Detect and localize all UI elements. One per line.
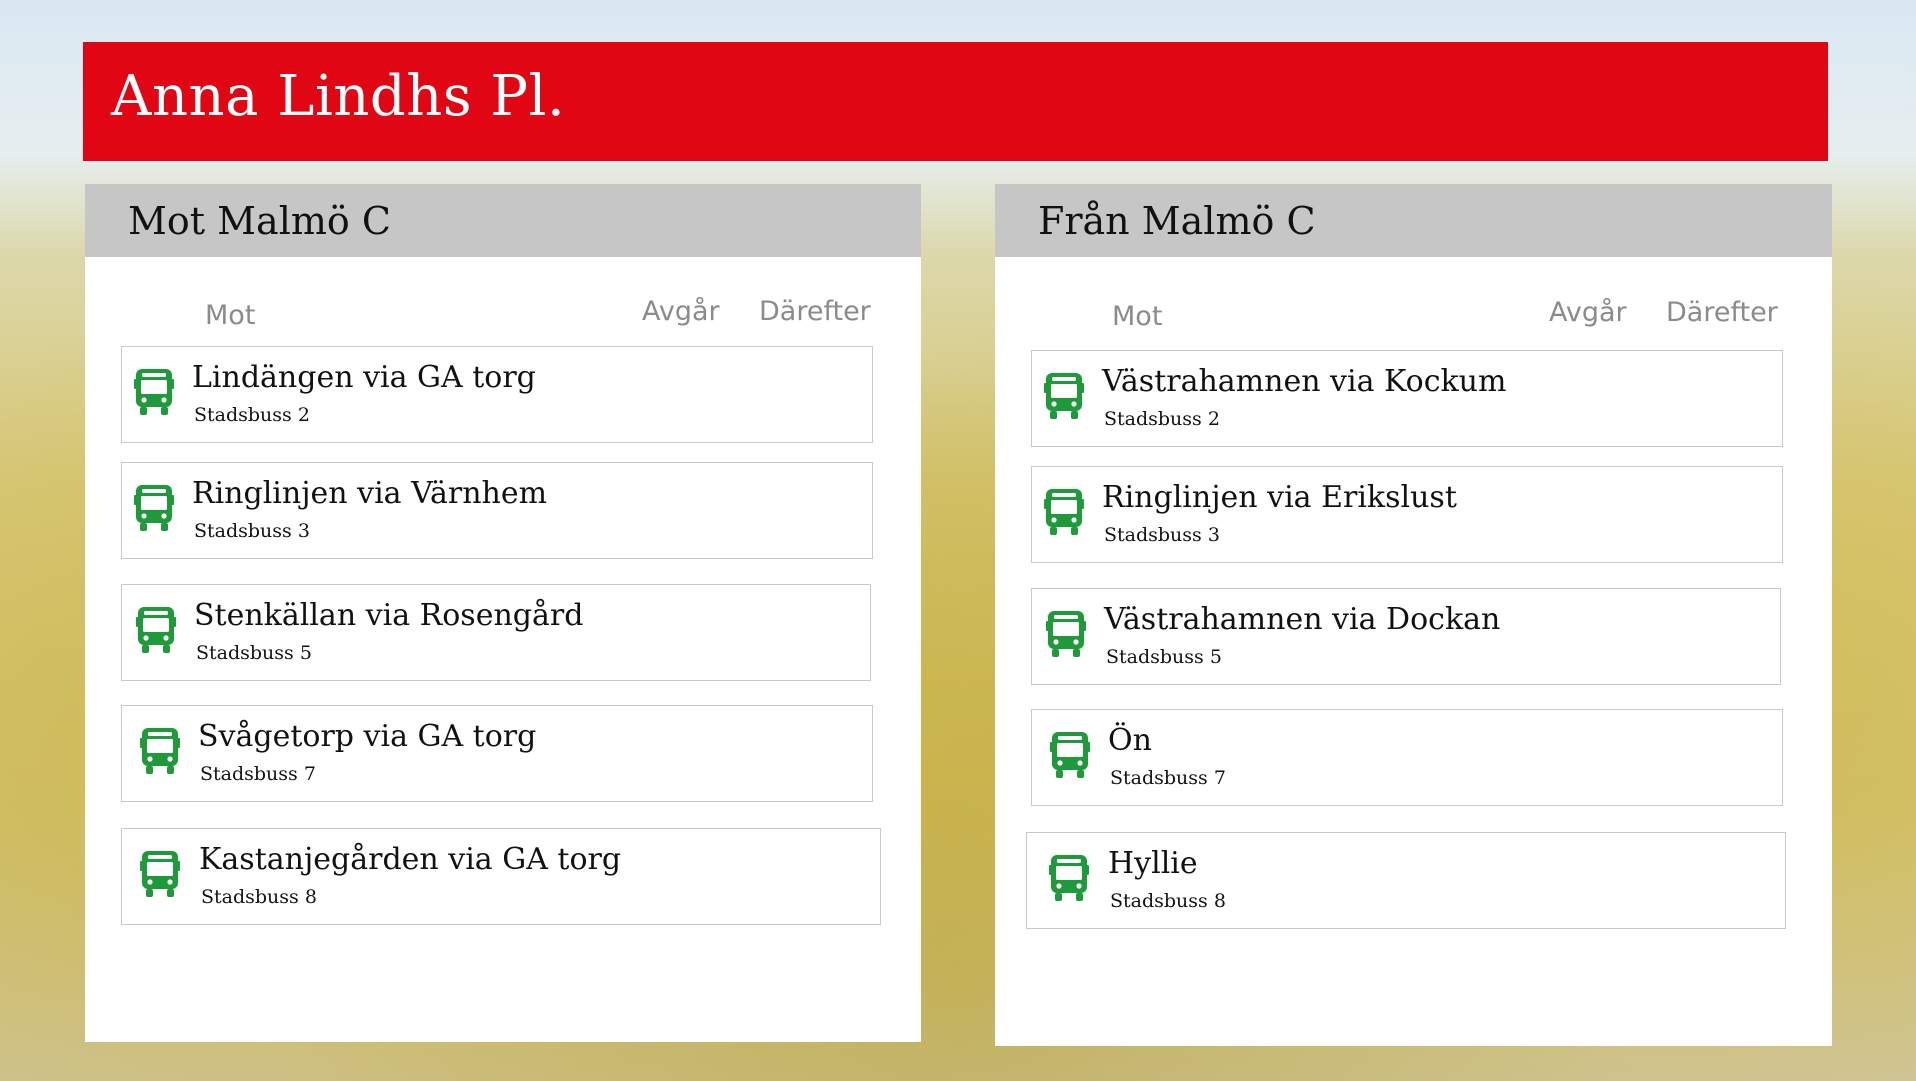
departure-destination: Västrahamnen via Kockum xyxy=(1102,364,1507,399)
bus-icon xyxy=(1050,732,1090,778)
bus-icon xyxy=(1044,373,1084,419)
panel-title: Mot Malmö C xyxy=(128,199,391,243)
bus-icon xyxy=(134,485,174,531)
bus-icon xyxy=(140,728,180,774)
bus-icon xyxy=(134,369,174,415)
column-header-darefter: Därefter xyxy=(759,296,871,327)
departure-line: Stadsbuss 5 xyxy=(196,642,312,664)
bus-icon xyxy=(140,851,180,897)
departure-line: Stadsbuss 7 xyxy=(200,763,316,785)
panel-title: Från Malmö C xyxy=(1038,199,1316,243)
departure-row[interactable]: Västrahamnen via Kockum Stadsbuss 2 xyxy=(1031,350,1783,447)
departure-row[interactable]: Lindängen via GA torg Stadsbuss 2 xyxy=(121,346,873,443)
panel-to-malmo: Mot Malmö C Mot Avgår Därefter Lindängen… xyxy=(85,184,921,1042)
column-headers: Mot Avgår Därefter xyxy=(995,294,1832,334)
departure-row[interactable]: Stenkällan via Rosengård Stadsbuss 5 xyxy=(121,584,871,681)
departure-destination: Kastanjegården via GA torg xyxy=(199,842,622,877)
departure-row[interactable]: Hyllie Stadsbuss 8 xyxy=(1026,832,1786,929)
departure-destination: Ön xyxy=(1108,723,1152,758)
bus-icon xyxy=(1044,489,1084,535)
departure-line: Stadsbuss 8 xyxy=(201,886,317,908)
panel-from-malmo: Från Malmö C Mot Avgår Därefter Västraha… xyxy=(995,184,1832,1046)
bus-icon xyxy=(1046,611,1086,657)
stop-header: Anna Lindhs Pl. xyxy=(83,42,1828,161)
departure-row[interactable]: Kastanjegården via GA torg Stadsbuss 8 xyxy=(121,828,881,925)
departure-line: Stadsbuss 7 xyxy=(1110,767,1226,789)
departure-line: Stadsbuss 3 xyxy=(194,520,310,542)
departure-destination: Västrahamnen via Dockan xyxy=(1104,602,1501,637)
departure-line: Stadsbuss 2 xyxy=(1104,408,1220,430)
departure-line: Stadsbuss 8 xyxy=(1110,890,1226,912)
departure-destination: Lindängen via GA torg xyxy=(192,360,536,395)
column-header-avgar: Avgår xyxy=(642,296,720,327)
departure-destination: Stenkällan via Rosengård xyxy=(194,598,584,633)
departure-destination: Svågetorp via GA torg xyxy=(198,719,537,754)
departure-line: Stadsbuss 2 xyxy=(194,404,310,426)
departure-destination: Ringlinjen via Erikslust xyxy=(1102,480,1457,515)
bus-icon xyxy=(136,607,176,653)
column-header-avgar: Avgår xyxy=(1549,297,1627,328)
departure-destination: Ringlinjen via Värnhem xyxy=(192,476,548,511)
column-headers: Mot Avgår Därefter xyxy=(85,294,921,334)
departure-destination: Hyllie xyxy=(1108,846,1198,881)
panel-header: Från Malmö C xyxy=(995,184,1832,257)
departure-line: Stadsbuss 3 xyxy=(1104,524,1220,546)
column-header-mot: Mot xyxy=(1112,301,1163,332)
departure-row[interactable]: Västrahamnen via Dockan Stadsbuss 5 xyxy=(1031,588,1781,685)
departure-row[interactable]: Ringlinjen via Erikslust Stadsbuss 3 xyxy=(1031,466,1783,563)
bus-icon xyxy=(1049,855,1089,901)
departure-line: Stadsbuss 5 xyxy=(1106,646,1222,668)
panel-header: Mot Malmö C xyxy=(85,184,921,257)
departure-row[interactable]: Ön Stadsbuss 7 xyxy=(1031,709,1783,806)
column-header-darefter: Därefter xyxy=(1666,297,1778,328)
column-header-mot: Mot xyxy=(205,300,256,331)
departure-row[interactable]: Svågetorp via GA torg Stadsbuss 7 xyxy=(121,705,873,802)
departure-row[interactable]: Ringlinjen via Värnhem Stadsbuss 3 xyxy=(121,462,873,559)
stop-title: Anna Lindhs Pl. xyxy=(111,64,566,129)
